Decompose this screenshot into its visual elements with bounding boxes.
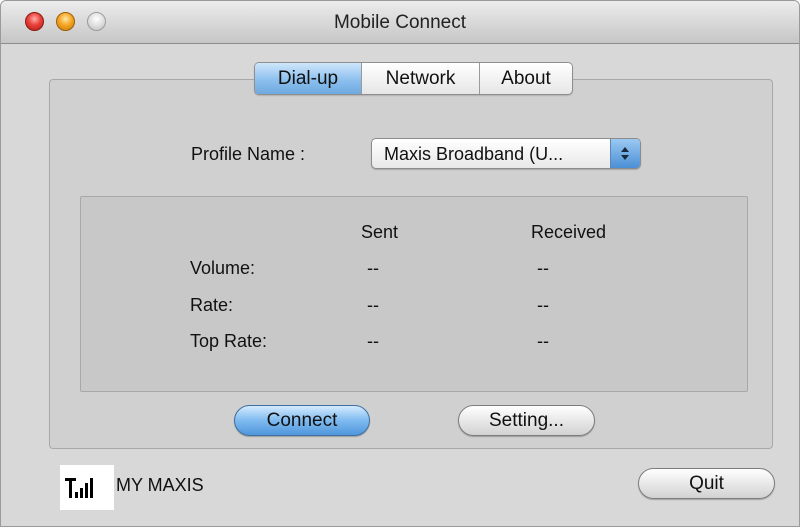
top-rate-received-value: --	[537, 331, 549, 351]
sent-header: Sent	[361, 222, 399, 242]
volume-sent-value: --	[367, 258, 379, 278]
quit-button[interactable]: Quit	[638, 468, 775, 499]
window-title: Mobile Connect	[333, 12, 467, 33]
profile-name-select[interactable]: Maxis Broadband (U...	[371, 138, 641, 169]
main-window: Mobile Connect Dial-up Network About Pro…	[0, 0, 800, 527]
rate-label: Rate:	[190, 295, 234, 315]
tab-about[interactable]: About	[480, 63, 572, 94]
arrow-up-icon	[621, 147, 629, 152]
carrier-name: MY MAXIS	[116, 475, 204, 495]
rate-sent-value: --	[367, 295, 379, 315]
popup-arrows-icon	[610, 139, 640, 168]
connect-button[interactable]: Connect	[234, 405, 370, 436]
tab-dial-up[interactable]: Dial-up	[255, 63, 362, 94]
arrow-down-icon	[621, 155, 629, 160]
top-rate-label: Top Rate:	[190, 331, 268, 351]
rate-received-value: --	[537, 295, 549, 315]
top-rate-sent-value: --	[367, 331, 379, 351]
tab-network[interactable]: Network	[362, 63, 480, 94]
setting-button[interactable]: Setting...	[458, 405, 595, 436]
volume-label: Volume:	[190, 258, 256, 278]
volume-received-value: --	[537, 258, 549, 278]
stats-panel	[80, 196, 748, 392]
profile-name-value: Maxis Broadband (U...	[384, 144, 564, 164]
profile-name-label: Profile Name :	[191, 144, 306, 164]
title-bar[interactable]: Mobile Connect	[1, 1, 799, 44]
received-header: Received	[531, 222, 607, 242]
tab-bar: Dial-up Network About	[254, 62, 573, 95]
signal-strength-icon	[60, 465, 114, 510]
